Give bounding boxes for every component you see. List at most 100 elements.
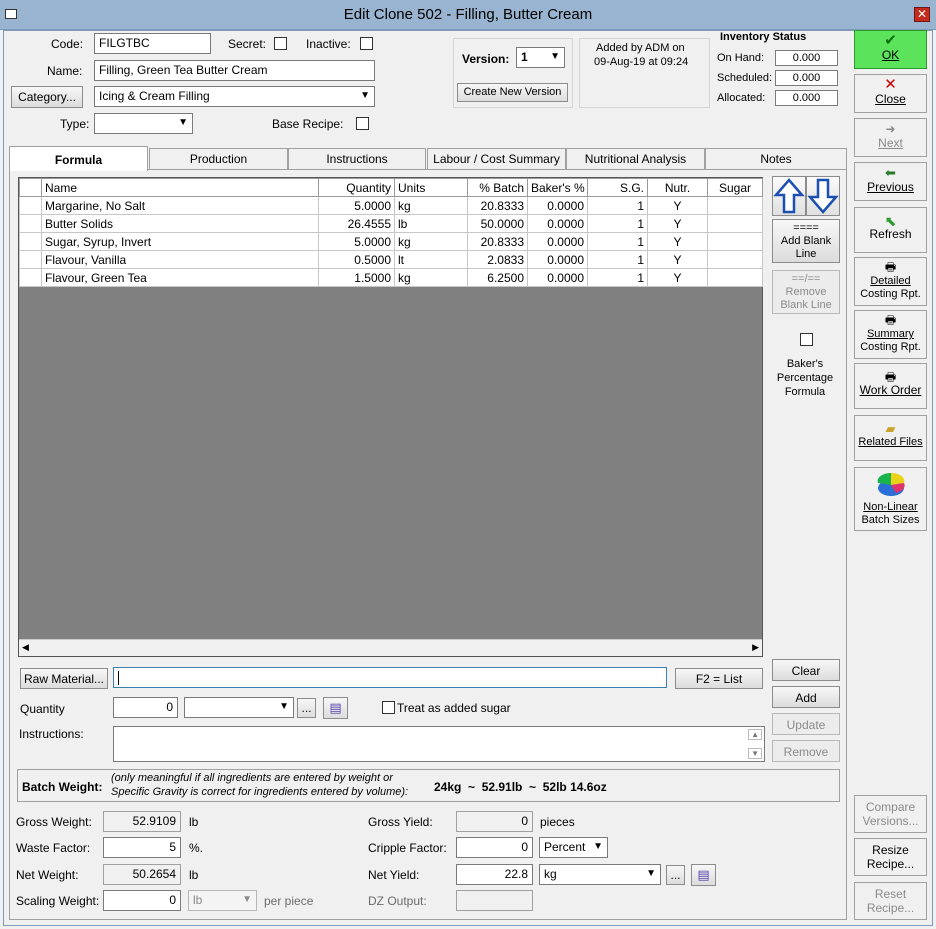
- previous-button[interactable]: ⬅ Previous: [854, 162, 927, 201]
- category-select[interactable]: Icing & Cream Filling ▼: [94, 86, 375, 107]
- row-selector[interactable]: [19, 250, 42, 269]
- table-cell[interactable]: lt: [394, 250, 468, 269]
- type-select[interactable]: ▼: [94, 113, 193, 134]
- table-cell[interactable]: 50.0000: [467, 214, 528, 233]
- table-cell[interactable]: [707, 232, 763, 251]
- base-recipe-checkbox[interactable]: [356, 117, 369, 130]
- next-button[interactable]: ➜ Next: [854, 118, 927, 157]
- net-yield-input[interactable]: 22.8: [456, 864, 533, 885]
- table-cell[interactable]: [707, 250, 763, 269]
- f2-list-button[interactable]: F2 = List: [675, 668, 763, 689]
- table-cell[interactable]: Y: [647, 268, 708, 287]
- table-cell[interactable]: [707, 214, 763, 233]
- net-yield-unit-select[interactable]: kg ▼: [539, 864, 661, 885]
- tab-formula[interactable]: Formula: [9, 146, 148, 171]
- move-up-button[interactable]: [772, 176, 806, 216]
- table-cell[interactable]: Flavour, Green Tea: [41, 268, 319, 287]
- summary-costing-button[interactable]: 🖶 Summary Costing Rpt.: [854, 310, 927, 359]
- table-cell[interactable]: 20.8333: [467, 196, 528, 215]
- tab-notes[interactable]: Notes: [705, 148, 847, 169]
- table-cell[interactable]: Y: [647, 232, 708, 251]
- detailed-costing-button[interactable]: 🖶 Detailed Costing Rpt.: [854, 257, 927, 306]
- column-header[interactable]: Sugar: [707, 178, 763, 197]
- close-button[interactable]: ✕ Close: [854, 74, 927, 113]
- column-header[interactable]: Nutr.: [647, 178, 708, 197]
- table-row[interactable]: Flavour, Vanilla 0.5000 lt 2.0833 0.0000 1 Y: [19, 250, 763, 269]
- tab-production[interactable]: Production: [149, 148, 288, 169]
- table-cell[interactable]: 1: [587, 268, 648, 287]
- cripple-factor-input[interactable]: 0: [456, 837, 533, 858]
- table-cell[interactable]: 1: [587, 232, 648, 251]
- table-cell[interactable]: [707, 268, 763, 287]
- category-button[interactable]: Category...: [11, 86, 83, 108]
- table-row[interactable]: Butter Solids 26.4555 lb 50.0000 0.0000 1 Y: [19, 214, 763, 233]
- quantity-units-select[interactable]: ▼: [184, 697, 294, 718]
- inactive-checkbox[interactable]: [360, 37, 373, 50]
- table-cell[interactable]: 0.0000: [527, 250, 588, 269]
- name-input[interactable]: Filling, Green Tea Butter Cream: [94, 60, 375, 81]
- bakers-percentage-checkbox[interactable]: [800, 333, 813, 346]
- table-cell[interactable]: 1.5000: [318, 268, 395, 287]
- column-header[interactable]: Name: [41, 178, 319, 197]
- refresh-button[interactable]: ⬉ Refresh: [854, 207, 927, 253]
- table-cell[interactable]: 1: [587, 250, 648, 269]
- remove-button[interactable]: Remove: [772, 740, 840, 762]
- close-window-icon[interactable]: ✕: [914, 7, 930, 22]
- clear-button[interactable]: Clear: [772, 659, 840, 681]
- add-blank-line-button[interactable]: ==== Add Blank Line: [772, 219, 840, 263]
- related-files-button[interactable]: ▰ Related Files: [854, 415, 927, 461]
- table-cell[interactable]: kg: [394, 196, 468, 215]
- column-header[interactable]: % Batch: [467, 178, 528, 197]
- table-cell[interactable]: 1: [587, 214, 648, 233]
- version-select[interactable]: 1 ▼: [516, 47, 565, 68]
- table-cell[interactable]: kg: [394, 268, 468, 287]
- row-selector[interactable]: [19, 214, 42, 233]
- table-cell[interactable]: 5.0000: [318, 196, 395, 215]
- table-cell[interactable]: Sugar, Syrup, Invert: [41, 232, 319, 251]
- waste-factor-input[interactable]: 5: [103, 837, 181, 858]
- table-cell[interactable]: [707, 196, 763, 215]
- table-cell[interactable]: 0.0000: [527, 268, 588, 287]
- table-cell[interactable]: 26.4555: [318, 214, 395, 233]
- table-cell[interactable]: 1: [587, 196, 648, 215]
- treat-added-sugar-checkbox[interactable]: [382, 701, 395, 714]
- table-row[interactable]: Flavour, Green Tea 1.5000 kg 6.2500 0.0000 1 Y: [19, 268, 763, 287]
- table-cell[interactable]: 6.2500: [467, 268, 528, 287]
- table-cell[interactable]: Y: [647, 214, 708, 233]
- work-order-button[interactable]: 🖶 Work Order: [854, 363, 927, 409]
- non-linear-batch-button[interactable]: Non-Linear Batch Sizes: [854, 467, 927, 531]
- secret-checkbox[interactable]: [274, 37, 287, 50]
- table-cell[interactable]: kg: [394, 232, 468, 251]
- scroll-left-icon[interactable]: ◀: [22, 642, 29, 653]
- table-cell[interactable]: 0.0000: [527, 196, 588, 215]
- horizontal-scrollbar[interactable]: ◀ ▶: [19, 639, 762, 656]
- row-selector[interactable]: [19, 196, 42, 215]
- tab-nutritional[interactable]: Nutritional Analysis: [566, 148, 705, 169]
- row-selector[interactable]: [19, 268, 42, 287]
- tab-labour-cost[interactable]: Labour / Cost Summary: [427, 148, 566, 169]
- update-button[interactable]: Update: [772, 713, 840, 735]
- add-button[interactable]: Add: [772, 686, 840, 708]
- table-cell[interactable]: 0.0000: [527, 214, 588, 233]
- table-cell[interactable]: Butter Solids: [41, 214, 319, 233]
- table-cell[interactable]: 5.0000: [318, 232, 395, 251]
- move-down-button[interactable]: [806, 176, 840, 216]
- remove-blank-line-button[interactable]: ==/== Remove Blank Line: [772, 270, 840, 314]
- table-cell[interactable]: 0.5000: [318, 250, 395, 269]
- table-cell[interactable]: 2.0833: [467, 250, 528, 269]
- row-selector[interactable]: [19, 232, 42, 251]
- table-cell[interactable]: Y: [647, 250, 708, 269]
- column-header[interactable]: Baker's %: [527, 178, 588, 197]
- table-cell[interactable]: Margarine, No Salt: [41, 196, 319, 215]
- column-header[interactable]: Quantity: [318, 178, 395, 197]
- table-cell[interactable]: 0.0000: [527, 232, 588, 251]
- books-button[interactable]: ▤: [691, 864, 716, 886]
- instructions-textarea[interactable]: ▲ ▼: [113, 726, 765, 762]
- ok-button[interactable]: ✔ OK: [854, 30, 927, 69]
- scaling-unit-select[interactable]: lb ▼: [188, 890, 257, 911]
- create-new-version-button[interactable]: Create New Version: [457, 83, 568, 102]
- scaling-weight-input[interactable]: 0: [103, 890, 181, 911]
- raw-material-button[interactable]: Raw Material...: [20, 668, 108, 689]
- table-cell[interactable]: 20.8333: [467, 232, 528, 251]
- scroll-up-icon[interactable]: ▲: [748, 729, 762, 740]
